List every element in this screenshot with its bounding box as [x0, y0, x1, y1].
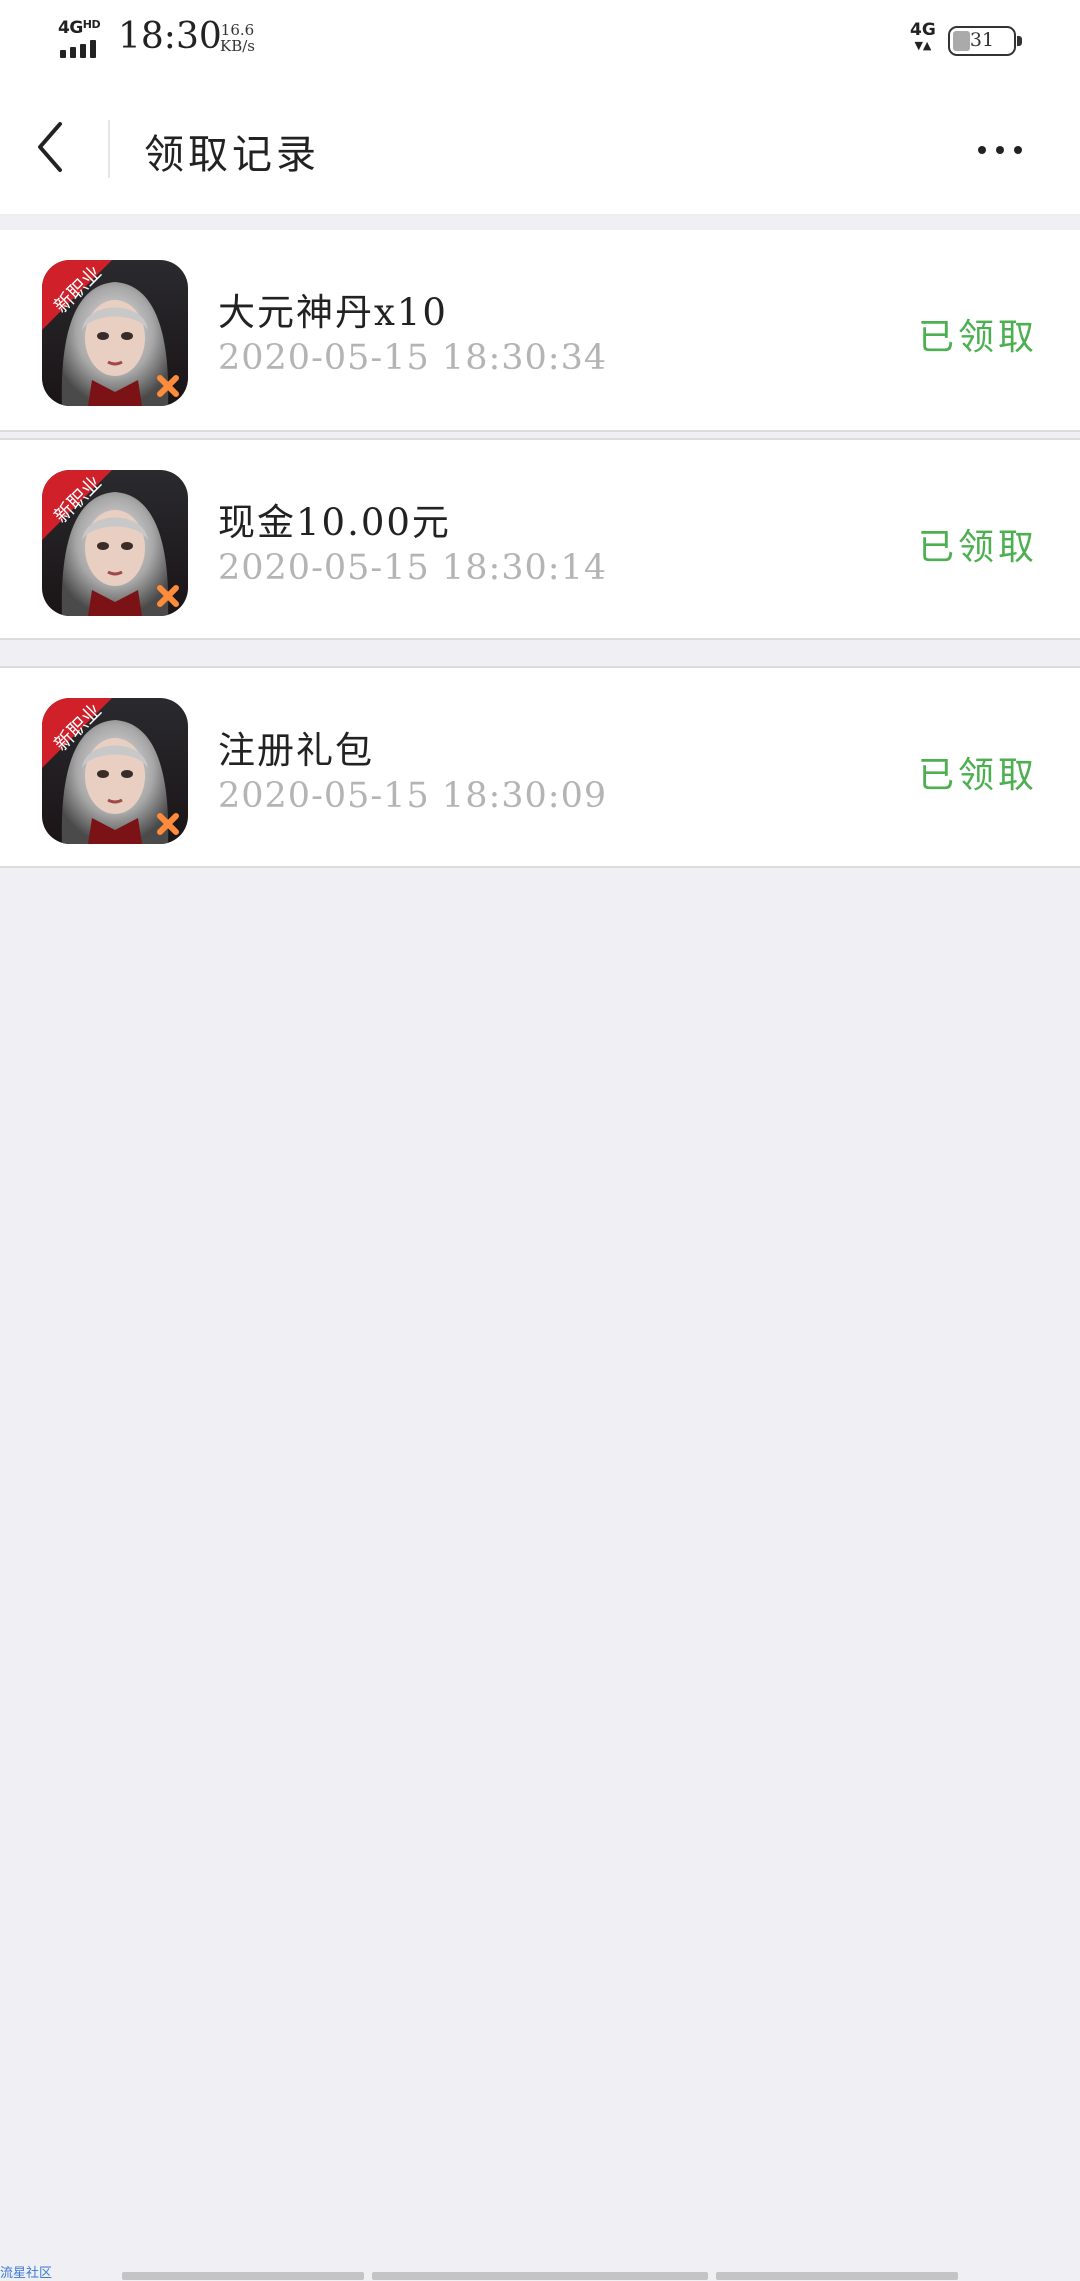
nav-divider [108, 120, 110, 178]
more-dots-icon [978, 146, 986, 154]
page-title: 领取记录 [144, 132, 320, 178]
more-options-button[interactable] [970, 124, 1030, 174]
game-icon: 新职业 [42, 260, 188, 406]
record-item[interactable]: 新职业 现金10.00元 2020-05-15 18:30:14 已领取 [0, 438, 1080, 640]
record-name: 注册礼包 [218, 729, 374, 772]
record-item[interactable]: 新职业 注册礼包 2020-05-15 18:30:09 已领取 [0, 666, 1080, 868]
nav-bar: 领取记录 [0, 84, 1080, 214]
record-status: 已领取 [917, 527, 1038, 568]
status-time: 18:30 [118, 16, 222, 57]
record-time: 2020-05-15 18:30:14 [218, 548, 608, 588]
record-name: 大元神丹x10 [218, 291, 448, 334]
bottom-indicator [0, 2266, 1080, 2280]
record-time: 2020-05-15 18:30:34 [218, 338, 608, 378]
battery-icon: 31 [948, 26, 1022, 56]
signal-strength-icon: 4GHD [58, 18, 108, 60]
mobile-data-icon: 4G ▼▲ [910, 20, 936, 53]
record-status: 已领取 [917, 317, 1038, 358]
record-time: 2020-05-15 18:30:09 [218, 776, 608, 816]
status-bar: 4GHD 18:30 16.6 KB/s 4G ▼▲ 31 [0, 0, 1080, 84]
network-speed: 16.6 KB/s [220, 21, 255, 55]
back-button[interactable] [30, 114, 80, 180]
chevron-left-icon [38, 122, 62, 172]
record-status: 已领取 [917, 755, 1038, 796]
game-icon: 新职业 [42, 470, 188, 616]
game-icon: 新职业 [42, 698, 188, 844]
record-name: 现金10.00元 [218, 501, 451, 544]
network-type-label: 4GHD [58, 18, 101, 38]
battery-level: 31 [969, 29, 995, 51]
record-item[interactable]: 新职业 大元神丹x10 2020-05-15 18:30:34 已领取 [0, 230, 1080, 432]
